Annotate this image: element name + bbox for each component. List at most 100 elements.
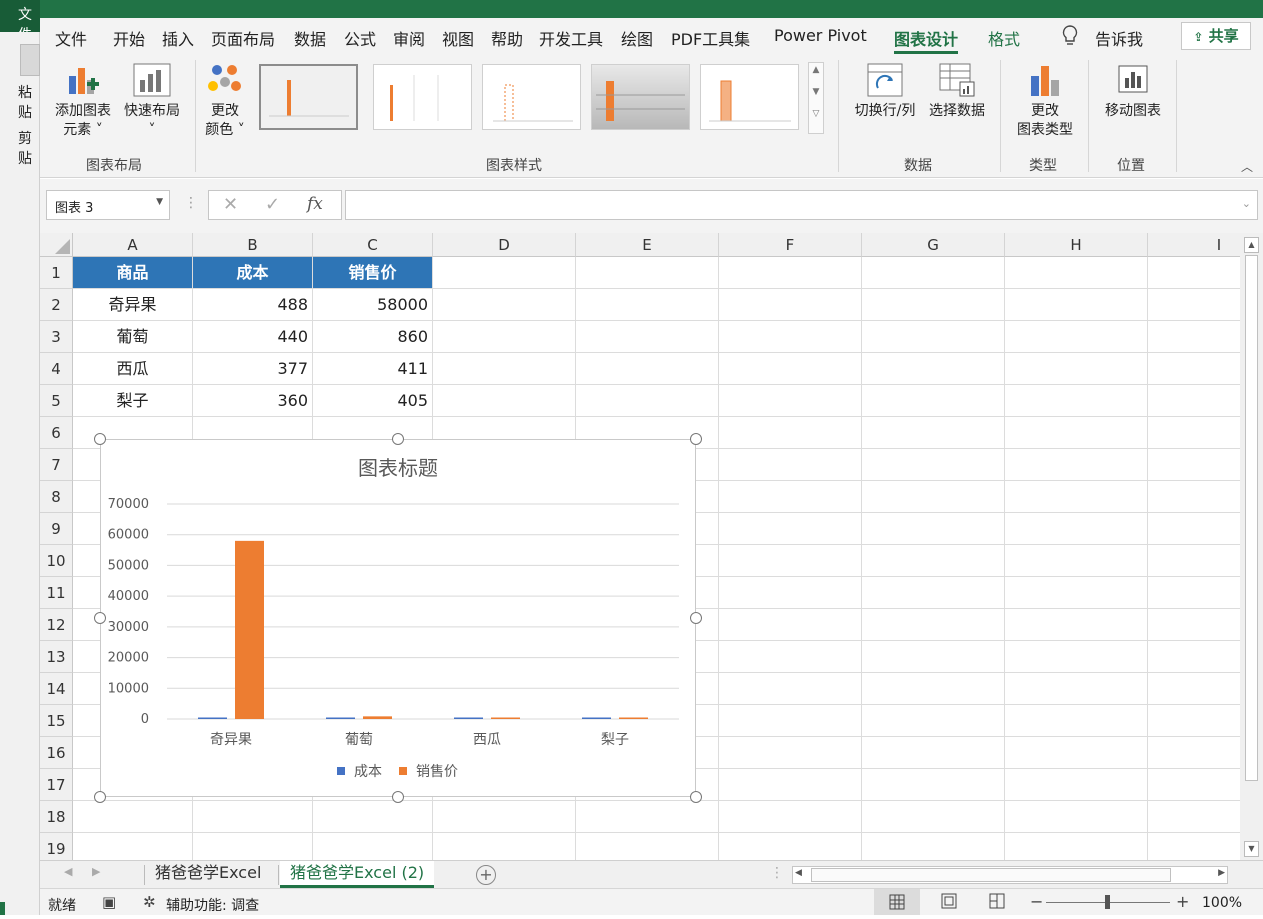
share-button[interactable]: ⇪ 共享 [1181, 22, 1251, 50]
cell-a5[interactable]: 梨子 [73, 385, 192, 417]
row-header-11[interactable]: 11 [40, 577, 73, 609]
column-header-a[interactable]: A [73, 233, 193, 257]
row-header-15[interactable]: 15 [40, 705, 73, 737]
bar-price-1[interactable] [235, 540, 264, 719]
chart-resize-handle-se[interactable] [690, 791, 702, 803]
enter-icon[interactable]: ✓ [265, 194, 280, 215]
formula-input[interactable]: ⌄ [345, 190, 1258, 220]
tab-file[interactable]: 文件 [55, 26, 87, 50]
tab-developer[interactable]: 开发工具 [539, 26, 603, 50]
chart-resize-handle-sw[interactable] [94, 791, 106, 803]
insert-function-icon[interactable]: fx [307, 194, 323, 214]
row-header-17[interactable]: 17 [40, 769, 73, 801]
tab-chart-design[interactable]: 图表设计 [894, 26, 959, 54]
collapse-ribbon-icon[interactable]: ︿ [1241, 158, 1253, 175]
row-header-13[interactable]: 13 [40, 641, 73, 673]
row-header-19[interactable]: 19 [40, 833, 73, 860]
change-colors-button[interactable]: 更改 颜色 ˅ [200, 62, 250, 140]
sheet-tab-1[interactable]: 猪爸爸学Excel [145, 861, 271, 888]
tab-page-layout[interactable]: 页面布局 [211, 26, 275, 50]
zoom-slider-thumb[interactable] [1105, 895, 1110, 909]
chart-style-3[interactable] [482, 64, 581, 130]
chart-style-5[interactable] [700, 64, 799, 130]
cancel-icon[interactable]: ✕ [223, 194, 238, 215]
column-header-c[interactable]: C [313, 233, 433, 257]
row-header-6[interactable]: 6 [40, 417, 73, 449]
tab-review[interactable]: 审阅 [393, 26, 425, 50]
row-header-5[interactable]: 5 [40, 385, 73, 417]
add-chart-element-button[interactable]: 添加图表 元素 ˅ [50, 62, 116, 140]
row-header-7[interactable]: 7 [40, 449, 73, 481]
scroll-up-arrow[interactable]: ▲ [1244, 237, 1259, 253]
column-header-b[interactable]: B [193, 233, 313, 257]
cell-b5[interactable]: 360 [193, 385, 312, 417]
page-layout-view-icon[interactable] [940, 892, 958, 914]
name-box[interactable]: 图表 3 ▼ [46, 190, 170, 220]
chart-resize-handle-w[interactable] [94, 612, 106, 624]
tab-formulas[interactable]: 公式 [344, 26, 376, 50]
prev-sheet-arrow[interactable]: ◀ [64, 865, 72, 878]
cell-b4[interactable]: 377 [193, 353, 312, 385]
bar-cost-2[interactable] [326, 717, 355, 720]
tab-splitter-icon[interactable]: ⋮ [770, 865, 784, 881]
row-header-4[interactable]: 4 [40, 353, 73, 385]
chart-resize-handle-s[interactable] [392, 791, 404, 803]
scroll-thumb[interactable] [1245, 255, 1258, 781]
select-all-corner[interactable] [40, 233, 73, 257]
row-header-18[interactable]: 18 [40, 801, 73, 833]
column-header-f[interactable]: F [719, 233, 862, 257]
tell-me-search[interactable]: 告诉我 [1095, 26, 1143, 50]
next-sheet-arrow[interactable]: ▶ [92, 865, 100, 878]
cell-c3[interactable]: 860 [313, 321, 432, 353]
row-header-3[interactable]: 3 [40, 321, 73, 353]
tab-insert[interactable]: 插入 [162, 26, 194, 50]
horizontal-scrollbar[interactable]: ◀ ▶ [792, 866, 1228, 884]
header-cell-a1[interactable]: 商品 [73, 257, 192, 288]
zoom-out-icon[interactable]: − [1030, 892, 1043, 911]
gallery-scroll-buttons[interactable]: ▲ ▼ ▽ [808, 62, 824, 134]
chart-resize-handle-ne[interactable] [690, 433, 702, 445]
cell-c2[interactable]: 58000 [313, 289, 432, 321]
header-cell-b1[interactable]: 成本 [193, 257, 312, 288]
scroll-right-arrow[interactable]: ▶ [1218, 868, 1225, 878]
page-break-view-icon[interactable] [988, 892, 1006, 914]
bar-cost-1[interactable] [198, 717, 227, 720]
switch-row-column-button[interactable]: 切换行/列 [850, 62, 920, 121]
accessibility-icon[interactable]: ✲ [143, 893, 156, 911]
row-header-12[interactable]: 12 [40, 609, 73, 641]
cell-a4[interactable]: 西瓜 [73, 353, 192, 385]
column-header-i[interactable]: I [1148, 233, 1240, 257]
tab-view[interactable]: 视图 [442, 26, 474, 50]
chart-resize-handle-n[interactable] [392, 433, 404, 445]
zoom-in-icon[interactable]: + [1176, 892, 1189, 911]
move-chart-button[interactable]: 移动图表 [1098, 62, 1168, 121]
header-cell-c1[interactable]: 销售价 [313, 257, 432, 288]
tab-data[interactable]: 数据 [294, 26, 326, 50]
cell-a2[interactable]: 奇异果 [73, 289, 192, 321]
zoom-level[interactable]: 100% [1202, 895, 1242, 911]
row-header-16[interactable]: 16 [40, 737, 73, 769]
chart-title[interactable]: 图表标题 [358, 456, 438, 480]
row-header-9[interactable]: 9 [40, 513, 73, 545]
row-header-1[interactable]: 1 [40, 257, 73, 289]
cell-b2[interactable]: 488 [193, 289, 312, 321]
row-header-10[interactable]: 10 [40, 545, 73, 577]
bar-price-3[interactable] [491, 717, 520, 720]
chart-style-1[interactable] [259, 64, 358, 130]
column-header-g[interactable]: G [862, 233, 1005, 257]
vertical-scrollbar[interactable]: ▲ ▼ [1240, 233, 1263, 860]
new-sheet-plus-icon[interactable]: + [476, 865, 496, 885]
bar-cost-4[interactable] [582, 717, 611, 720]
sheet-tab-2[interactable]: 猪爸爸学Excel (2) [280, 861, 435, 888]
row-header-8[interactable]: 8 [40, 481, 73, 513]
select-data-button[interactable]: 选择数据 [924, 62, 990, 121]
accessibility-status[interactable]: 辅助功能: 调查 [166, 895, 259, 915]
bar-cost-3[interactable] [454, 717, 483, 720]
chart-style-2[interactable] [373, 64, 472, 130]
cell-c5[interactable]: 405 [313, 385, 432, 417]
column-header-e[interactable]: E [576, 233, 719, 257]
cell-c4[interactable]: 411 [313, 353, 432, 385]
chart-object[interactable]: 图表标题 0 10000 20000 30000 40000 50000 60000 70000… [100, 439, 696, 797]
legend-label-cost[interactable]: 成本 [354, 764, 382, 780]
scroll-down-arrow[interactable]: ▼ [1244, 841, 1259, 857]
